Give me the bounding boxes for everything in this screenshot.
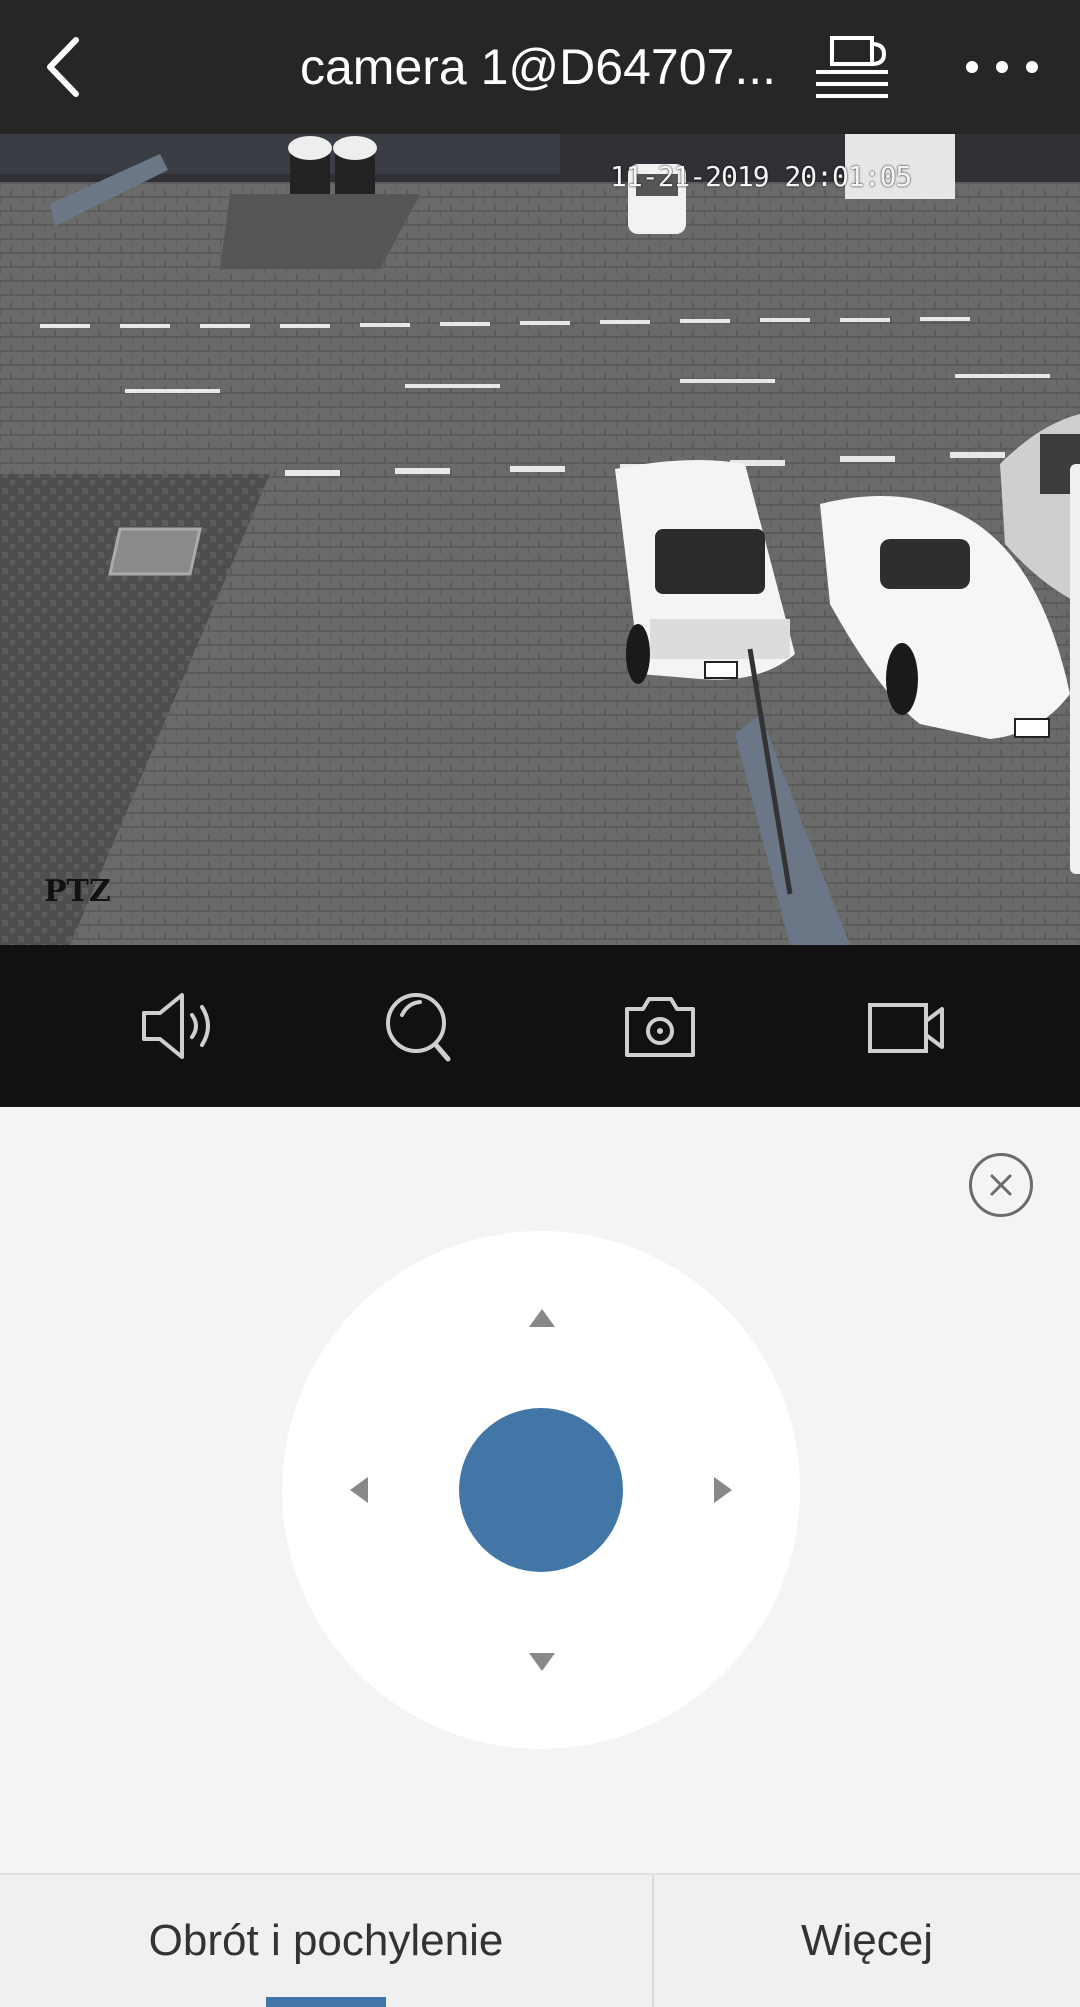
tab-pan-tilt[interactable]: Obrót i pochylenie	[0, 1875, 652, 2007]
cast-button[interactable]	[812, 30, 892, 104]
top-bar: camera 1@D64707...	[0, 0, 1080, 134]
side-scroll-handle[interactable]	[1070, 464, 1080, 874]
video-timestamp: 11-21-2019 20:01:05	[610, 160, 912, 193]
video-record-icon	[868, 1003, 944, 1053]
chevron-left-icon	[47, 37, 79, 97]
pan-down-arrow-icon[interactable]	[529, 1653, 555, 1671]
ptz-panel	[0, 1107, 1080, 1873]
audio-button[interactable]	[134, 985, 224, 1067]
ptz-direction-pad[interactable]	[282, 1231, 800, 1749]
parking-lot-scene	[0, 134, 1080, 945]
ptz-overlay-label: PTZ	[44, 874, 111, 909]
bottom-tab-bar: Obrót i pochylenie Więcej	[0, 1873, 1080, 2007]
zoom-button[interactable]	[374, 985, 464, 1067]
close-ptz-button[interactable]	[969, 1153, 1033, 1217]
ptz-joystick-knob[interactable]	[459, 1408, 623, 1572]
tab-more[interactable]: Więcej	[654, 1875, 1080, 2007]
app-root: camera 1@D64707... 11-21-2019 20:01:05 P…	[0, 0, 1080, 2007]
camera-title: camera 1@D64707...	[300, 39, 777, 95]
speaker-icon	[142, 993, 210, 1059]
close-icon	[990, 1174, 1012, 1196]
pan-up-arrow-icon[interactable]	[529, 1309, 555, 1327]
video-toolbar	[0, 945, 1080, 1107]
device-cast-icon	[816, 36, 888, 98]
record-button[interactable]	[860, 985, 950, 1067]
active-tab-indicator	[266, 1997, 386, 2007]
pan-right-arrow-icon[interactable]	[714, 1477, 732, 1503]
snapshot-button[interactable]	[615, 985, 705, 1067]
back-button[interactable]	[26, 28, 104, 106]
magnifier-icon	[386, 993, 451, 1062]
camera-video-feed[interactable]: 11-21-2019 20:01:05 PTZ	[0, 134, 1080, 945]
more-button[interactable]	[960, 30, 1044, 104]
camera-icon	[625, 997, 695, 1057]
more-dots-icon	[966, 61, 1038, 73]
pan-left-arrow-icon[interactable]	[350, 1477, 368, 1503]
